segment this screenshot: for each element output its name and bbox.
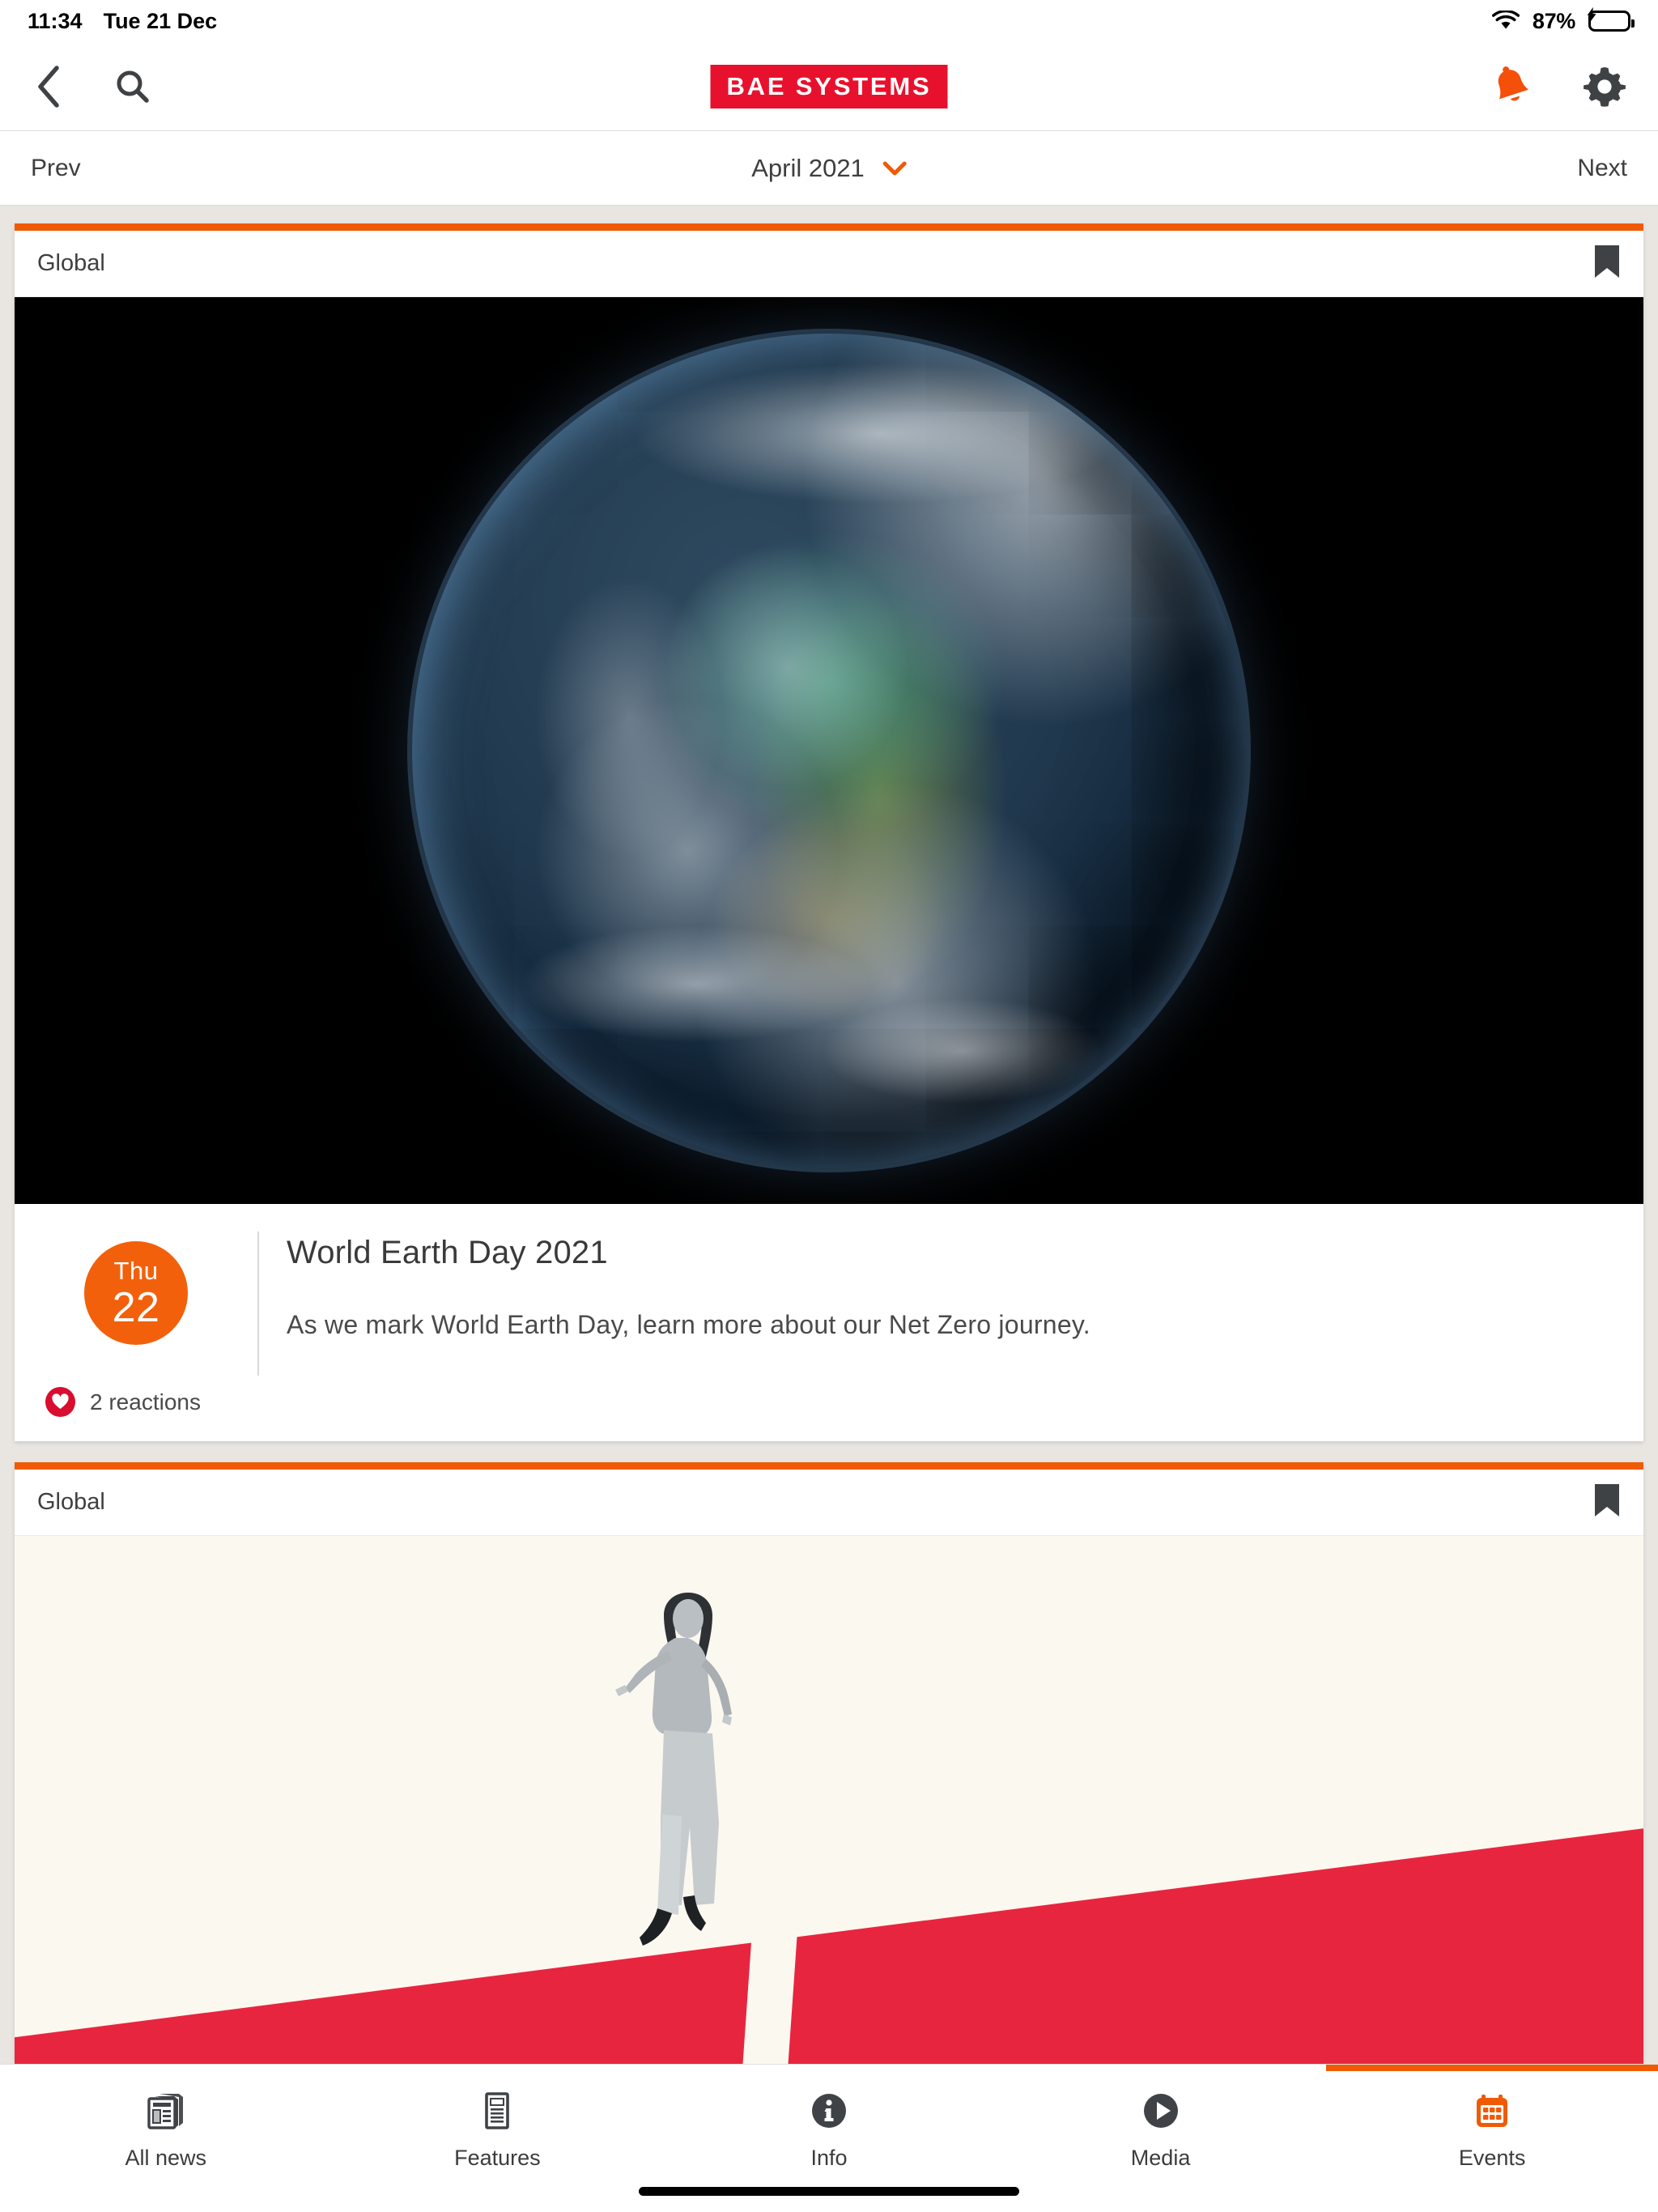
date-day-number: 22 — [112, 1283, 160, 1331]
tab-info[interactable]: Info — [663, 2065, 995, 2184]
card-accent-bar — [15, 223, 1643, 231]
chevron-down-icon[interactable] — [882, 161, 907, 176]
card-region-label: Global — [37, 1489, 105, 1515]
tab-active-indicator — [663, 2065, 995, 2071]
card-image-earth-from-space[interactable] — [15, 297, 1643, 1204]
calendar-icon — [1469, 2086, 1515, 2136]
search-icon[interactable] — [113, 67, 152, 106]
tab-events[interactable]: Events — [1326, 2065, 1658, 2184]
next-month-button[interactable]: Next — [1577, 155, 1627, 182]
status-date: Tue 21 Dec — [103, 8, 218, 33]
article-title[interactable]: World Earth Day 2021 — [287, 1235, 1595, 1271]
card-footer[interactable]: 2 reactions — [15, 1376, 1643, 1441]
tab-active-indicator — [332, 2065, 664, 2071]
status-bar-right: 87% — [1491, 6, 1635, 34]
card-date-column: Thu 22 — [15, 1231, 257, 1376]
back-button[interactable] — [32, 63, 66, 110]
earth-globe-graphic — [412, 334, 1246, 1168]
card-image-woman-walking-on-red-road[interactable] — [15, 1536, 1643, 2065]
bae-systems-logo: BAE SYSTEMS — [710, 64, 948, 108]
news-card[interactable]: Global — [15, 1462, 1643, 2065]
card-body: Thu 22 World Earth Day 2021 As we mark W… — [15, 1204, 1643, 1376]
bottom-tab-bar: All news Features Info Media Events — [0, 2065, 1658, 2212]
article-description: As we mark World Earth Day, learn more a… — [287, 1310, 1090, 1339]
tab-active-indicator — [995, 2065, 1327, 2071]
tab-active-indicator — [0, 2065, 332, 2071]
news-card[interactable]: Global Thu 22 World Earth Day 2021 As we… — [15, 223, 1643, 1441]
month-label: April 2021 — [751, 153, 865, 182]
info-circle-icon — [806, 2086, 852, 2136]
tab-media[interactable]: Media — [995, 2065, 1327, 2184]
card-text-column: World Earth Day 2021 As we mark World Ea… — [257, 1231, 1643, 1376]
date-day-of-week: Thu — [113, 1256, 159, 1285]
tab-label: Media — [1130, 2146, 1191, 2170]
red-road-shape — [15, 1828, 1643, 2065]
card-accent-bar — [15, 1462, 1643, 1470]
bookmark-icon[interactable] — [1593, 1482, 1621, 1522]
heart-icon[interactable] — [45, 1387, 75, 1417]
tab-label: Events — [1458, 2146, 1526, 2170]
date-badge: Thu 22 — [84, 1241, 188, 1345]
app-header: BAE SYSTEMS — [0, 42, 1658, 131]
news-feed[interactable]: Global Thu 22 World Earth Day 2021 As we… — [0, 206, 1658, 2065]
prev-month-button[interactable]: Prev — [31, 155, 81, 182]
status-bar-left: 11:34 Tue 21 Dec — [28, 9, 217, 34]
card-header: Global — [15, 231, 1643, 297]
tab-active-indicator — [1326, 2065, 1658, 2071]
status-time: 11:34 — [28, 8, 83, 33]
tab-label: Info — [810, 2146, 848, 2170]
tab-label: Features — [454, 2146, 541, 2170]
play-circle-icon — [1138, 2086, 1184, 2136]
article-list-icon — [474, 2086, 520, 2136]
reactions-count-label: 2 reactions — [90, 1389, 201, 1414]
logo-text: BAE SYSTEMS — [726, 71, 932, 100]
month-navigation-bar: Prev April 2021 Next — [0, 131, 1658, 206]
walking-woman-figure — [615, 1592, 733, 1946]
home-indicator — [639, 2187, 1019, 2196]
tab-features[interactable]: Features — [332, 2065, 664, 2184]
month-selector[interactable]: April 2021 — [751, 154, 907, 183]
gear-icon[interactable] — [1584, 66, 1626, 108]
tab-all-news[interactable]: All news — [0, 2065, 332, 2184]
bookmark-icon[interactable] — [1593, 244, 1621, 283]
newspapers-icon — [143, 2086, 189, 2136]
app-screen: 11:34 Tue 21 Dec 87% BAE SYSTEMS Prev Ap… — [0, 0, 1658, 2212]
status-bar: 11:34 Tue 21 Dec 87% — [0, 0, 1658, 42]
battery-charging-icon — [1587, 6, 1635, 32]
wifi-icon — [1491, 9, 1520, 32]
tab-label: All news — [125, 2146, 207, 2170]
battery-percent: 87% — [1532, 8, 1575, 33]
card-region-label: Global — [37, 250, 105, 276]
card-header: Global — [15, 1470, 1643, 1536]
bell-icon[interactable] — [1491, 65, 1532, 108]
